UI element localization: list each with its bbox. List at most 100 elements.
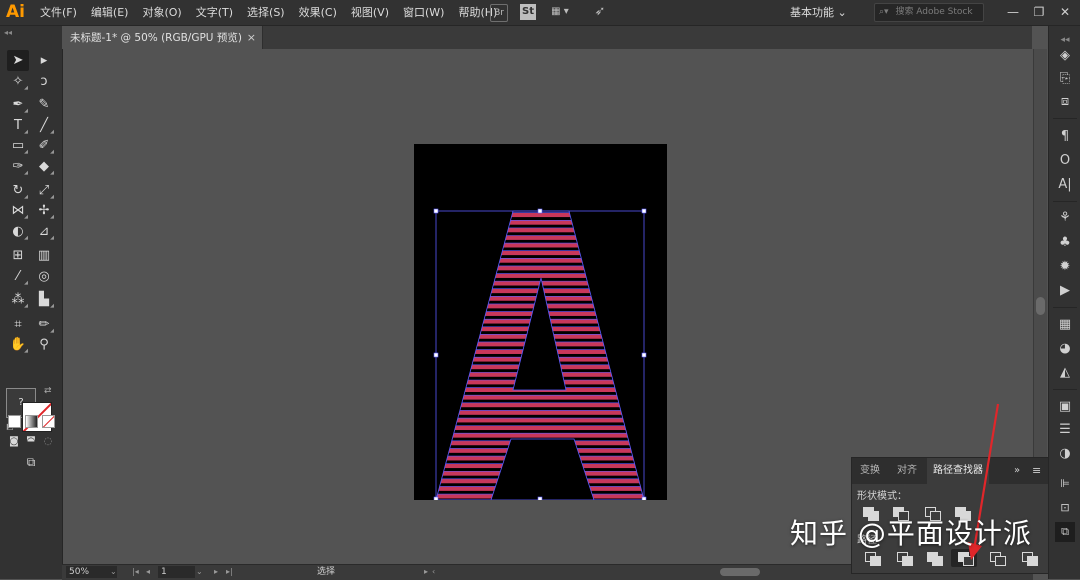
close-tab-icon[interactable]: × [247, 26, 256, 49]
pathfinder-icon[interactable]: ⧉ [1055, 522, 1075, 542]
artboard-number-field[interactable]: 1 [158, 566, 195, 578]
previous-artboard-icon[interactable]: ◂ [146, 566, 150, 578]
horizontal-scrollbar-thumb[interactable] [720, 568, 760, 576]
align-icon[interactable]: ⊫ [1055, 474, 1075, 494]
magic-wand-tool-icon[interactable]: ✧ ◢ [7, 71, 29, 92]
resize-handle[interactable] [641, 208, 647, 214]
lasso-tool-icon[interactable]: ↄ [33, 71, 55, 92]
collapse-panel-icon[interactable]: ◂◂ [4, 28, 12, 37]
puppet-warp-tool-icon[interactable]: ✢ ◢ [33, 200, 55, 221]
collapse-panel-icon[interactable]: » [1014, 458, 1020, 484]
resize-handle[interactable] [433, 496, 439, 500]
first-artboard-icon[interactable]: |◂ [132, 566, 139, 578]
paintbrush-tool-icon[interactable]: ✐ ◢ [33, 135, 55, 156]
column-graph-tool-icon[interactable]: ▙ ◢ [33, 289, 55, 310]
merge-button[interactable] [926, 551, 943, 566]
gradient-tool-icon[interactable]: ▥ [33, 245, 55, 266]
gradient-icon[interactable]: ◭ [1055, 363, 1075, 383]
shaper-tool-icon[interactable]: ✑ ◢ [7, 156, 29, 177]
paragraph-icon[interactable]: ¶ [1055, 127, 1075, 147]
perspective-grid-tool-icon[interactable]: ⊿ ◢ [33, 221, 55, 242]
arrange-documents-icon[interactable]: ▦ ▾ [548, 4, 572, 20]
symbol-sprayer-tool-icon[interactable]: ⁂ ◢ [7, 289, 29, 310]
stroke-icon[interactable]: ☰ [1055, 420, 1075, 440]
panel-menu-icon[interactable]: ≡ [1032, 458, 1041, 484]
asset-export-icon[interactable]: ⎘ [1055, 69, 1075, 89]
slice-tool-icon[interactable]: ✏ ◢ [33, 314, 55, 335]
actions-icon[interactable]: ▶ [1055, 281, 1075, 301]
letter-artwork[interactable] [414, 144, 667, 500]
symbols-icon[interactable]: ♣ [1055, 233, 1075, 253]
menu-view[interactable]: 视图(V) [344, 0, 396, 25]
resize-handle[interactable] [641, 496, 647, 500]
stock-button[interactable]: St [520, 4, 536, 20]
width-tool-icon[interactable]: ⋈ ◢ [7, 200, 29, 221]
artboard-tool-icon[interactable]: ⌗ [7, 314, 29, 335]
selection-tool-icon[interactable]: ➤ [7, 50, 29, 71]
restore-button[interactable]: ❐ [1026, 0, 1052, 25]
blend-tool-icon[interactable]: ◎ [33, 266, 55, 287]
color-guide-icon[interactable]: ◕ [1055, 339, 1075, 359]
close-window-button[interactable]: ✕ [1052, 0, 1078, 25]
menu-select[interactable]: 选择(S) [240, 0, 292, 25]
artboard-dropdown-icon[interactable]: ⌄ [196, 566, 203, 578]
graphic-styles-icon[interactable]: ◑ [1055, 444, 1075, 464]
opentype-icon[interactable]: O [1055, 151, 1075, 171]
tab-transform[interactable]: 变换 [860, 458, 880, 484]
gradient-mode-icon[interactable] [25, 415, 38, 428]
menu-window[interactable]: 窗口(W) [396, 0, 451, 25]
scrollbar-thumb[interactable] [1036, 297, 1045, 315]
swap-fill-stroke-icon[interactable]: ⇄ [44, 386, 52, 396]
line-tool-icon[interactable]: ╱ ◢ [33, 115, 55, 136]
resize-handle[interactable] [641, 352, 647, 358]
shape-builder-tool-icon[interactable]: ◐ ◢ [7, 221, 29, 242]
screen-mode-icon[interactable]: ⧉ [20, 452, 42, 473]
menu-object[interactable]: 对象(O) [135, 0, 188, 25]
trim-button[interactable] [896, 551, 913, 566]
zoom-dropdown-icon[interactable]: ⌄ [110, 566, 117, 578]
status-menu-icon[interactable]: ▸ [424, 566, 428, 578]
menu-file[interactable]: 文件(F) [33, 0, 84, 25]
brushes-icon[interactable]: ⚘ [1055, 208, 1075, 228]
artboard[interactable] [414, 144, 667, 500]
transparency-icon[interactable]: ▣ [1055, 397, 1075, 417]
eraser-tool-icon[interactable]: ◆ ◢ [33, 156, 55, 177]
tab-align[interactable]: 对齐 [897, 458, 917, 484]
character-icon[interactable]: A| [1055, 175, 1075, 195]
minimize-button[interactable]: — [1000, 0, 1026, 25]
zoom-tool-icon[interactable]: ⚲ [33, 334, 55, 355]
appearance-icon[interactable]: ✹ [1055, 257, 1075, 277]
curvature-tool-icon[interactable]: ✎ [33, 94, 55, 115]
resize-handle[interactable] [537, 496, 543, 500]
hand-tool-icon[interactable]: ✋ ◢ [7, 334, 29, 355]
bridge-button[interactable]: Br [490, 4, 508, 22]
libraries-icon[interactable]: ⧈ [1055, 92, 1075, 112]
none-mode-icon[interactable] [42, 415, 55, 428]
swatches-icon[interactable]: ▦ [1055, 315, 1075, 335]
direct-selection-tool-icon[interactable]: ▸ [33, 50, 55, 71]
resize-handle[interactable] [537, 208, 543, 214]
rectangle-tool-icon[interactable]: ▭ ◢ [7, 135, 29, 156]
stock-search-input[interactable]: ⌕▾ 搜索 Adobe Stock [874, 3, 984, 22]
eyedropper-tool-icon[interactable]: ⁄ ◢ [7, 266, 29, 287]
scroll-left-icon[interactable]: ‹ [432, 566, 435, 578]
mesh-tool-icon[interactable]: ⊞ [7, 245, 29, 266]
menu-edit[interactable]: 编辑(E) [84, 0, 136, 25]
resize-handle[interactable] [433, 208, 439, 214]
last-artboard-icon[interactable]: ▸| [226, 566, 233, 578]
transform-icon[interactable]: ⊡ [1055, 498, 1075, 518]
document-tab[interactable]: 未标题-1* @ 50% (RGB/GPU 预览) × [62, 26, 263, 49]
layers-icon[interactable]: ◈ [1055, 46, 1075, 66]
minus-back-button[interactable] [1021, 551, 1038, 566]
gpu-performance-icon[interactable]: ➶ [590, 4, 610, 20]
draw-inside-icon[interactable]: ◌ [37, 431, 59, 452]
color-mode-icon[interactable] [8, 415, 21, 428]
rotate-tool-icon[interactable]: ↻ ◢ [7, 180, 29, 201]
scale-tool-icon[interactable]: ⤢ ◢ [33, 180, 55, 201]
next-artboard-icon[interactable]: ▸ [214, 566, 218, 578]
workspace-switcher[interactable]: 基本功能 ⌄ [790, 0, 847, 25]
divide-button[interactable] [864, 551, 881, 566]
menu-effect[interactable]: 效果(C) [292, 0, 344, 25]
menu-type[interactable]: 文字(T) [189, 0, 240, 25]
type-tool-icon[interactable]: T ◢ [7, 115, 29, 136]
